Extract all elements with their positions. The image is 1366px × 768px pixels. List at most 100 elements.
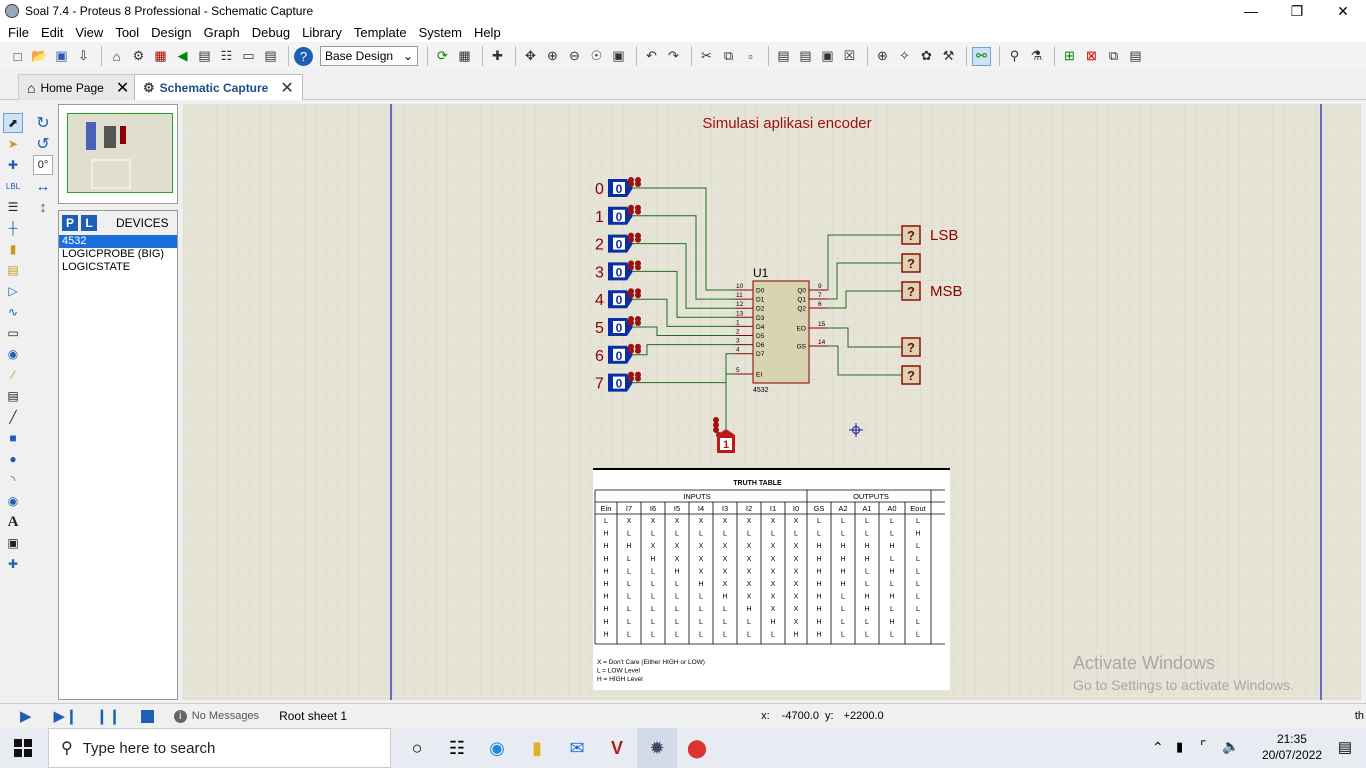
tab-home-page[interactable]: ⌂ Home Page ✕: [18, 74, 139, 100]
zoom-area-icon[interactable]: ▣: [609, 47, 628, 66]
library-manager-button[interactable]: L: [81, 215, 97, 231]
pick-device-icon[interactable]: ⊕: [873, 47, 892, 66]
redo-icon[interactable]: ↷: [664, 47, 683, 66]
arc-icon[interactable]: ◝: [3, 470, 23, 490]
tab-schematic-capture[interactable]: ⚙ Schematic Capture ✕: [134, 74, 303, 100]
block-rotate-icon[interactable]: ▣: [818, 47, 837, 66]
restore-button[interactable]: ❐: [1274, 0, 1320, 22]
property-assign-icon[interactable]: ⚗: [1027, 47, 1046, 66]
pause-button[interactable]: ❙❙: [96, 707, 121, 725]
windows-start-icon[interactable]: [14, 739, 32, 757]
import-icon[interactable]: ⇩: [74, 47, 93, 66]
logicprobe-output-5[interactable]: ?: [901, 365, 921, 385]
logicprobe-output-3[interactable]: ?: [901, 281, 921, 301]
text-script-icon[interactable]: ☰: [3, 197, 23, 217]
package-tool-icon[interactable]: ✿: [917, 47, 936, 66]
menu-library[interactable]: Library: [296, 25, 348, 40]
gerber-icon[interactable]: ▤: [195, 47, 214, 66]
device-item-logicstate[interactable]: LOGICSTATE: [59, 261, 177, 274]
minimize-button[interactable]: —: [1228, 0, 1274, 22]
winrar-icon[interactable]: V: [597, 728, 637, 768]
junction-dot-icon[interactable]: ✚: [3, 155, 23, 175]
zoom-in-icon[interactable]: ⊕: [543, 47, 562, 66]
virtual-instrument-icon[interactable]: ▤: [3, 386, 23, 406]
rotate-ccw-icon[interactable]: ↺: [33, 134, 53, 154]
cut-icon[interactable]: ✂: [697, 47, 716, 66]
menu-file[interactable]: File: [2, 25, 35, 40]
menu-tool[interactable]: Tool: [109, 25, 145, 40]
new-sheet-icon[interactable]: ⊞: [1060, 47, 1079, 66]
line-icon[interactable]: ╱: [3, 407, 23, 427]
taskbar-clock[interactable]: 21:35 20/07/2022: [1262, 731, 1322, 763]
mirror-horizontal-icon[interactable]: ↔: [33, 176, 53, 196]
task-view-icon[interactable]: ☷: [437, 728, 477, 768]
cortana-icon[interactable]: ○: [397, 728, 437, 768]
menu-view[interactable]: View: [69, 25, 109, 40]
3d-icon[interactable]: ◀: [173, 47, 192, 66]
file-explorer-icon[interactable]: ▮: [517, 728, 557, 768]
make-device-icon[interactable]: ✧: [895, 47, 914, 66]
bus-icon[interactable]: ┼: [3, 218, 23, 238]
edge-icon[interactable]: ◉: [477, 728, 517, 768]
grid-icon[interactable]: ▦: [455, 47, 474, 66]
exit-parent-icon[interactable]: ▤: [1126, 47, 1145, 66]
remove-sheet-icon[interactable]: ⊠: [1082, 47, 1101, 66]
zoom-all-icon[interactable]: ☉: [587, 47, 606, 66]
taskbar-search[interactable]: ⚲ Type here to search: [48, 728, 391, 768]
stop-button[interactable]: [140, 709, 154, 723]
close-tab-icon[interactable]: ✕: [116, 78, 129, 98]
new-file-icon[interactable]: □: [8, 47, 27, 66]
wire-autorouter-icon[interactable]: ⚯: [972, 46, 991, 66]
block-move-icon[interactable]: ▤: [796, 47, 815, 66]
design-select[interactable]: Base Design ⌄: [320, 46, 418, 66]
subcircuit-icon[interactable]: ▮: [3, 239, 23, 259]
terminal-icon[interactable]: ▤: [3, 260, 23, 280]
menu-template[interactable]: Template: [348, 25, 413, 40]
component-mode-icon[interactable]: ➤: [3, 134, 23, 154]
volume-icon[interactable]: 🔈: [1222, 738, 1239, 755]
proteus-taskbar-icon[interactable]: ✹: [637, 728, 677, 768]
wire-label-icon[interactable]: LBL: [3, 176, 23, 196]
play-button[interactable]: ▶: [20, 707, 32, 725]
symbol-icon[interactable]: ▣: [3, 533, 23, 553]
generator-icon[interactable]: ◉: [3, 344, 23, 364]
save-icon[interactable]: ▣: [52, 47, 71, 66]
mail-icon[interactable]: ✉: [557, 728, 597, 768]
device-pin-icon[interactable]: ▷: [3, 281, 23, 301]
menu-system[interactable]: System: [413, 25, 468, 40]
step-button[interactable]: ▶❙: [54, 707, 78, 725]
home-icon[interactable]: ⌂: [107, 47, 126, 66]
tape-recorder-icon[interactable]: ▭: [3, 323, 23, 343]
menu-help[interactable]: Help: [468, 25, 507, 40]
battery-icon[interactable]: ▮: [1176, 739, 1183, 755]
menu-debug[interactable]: Debug: [246, 25, 296, 40]
block-delete-icon[interactable]: ☒: [840, 47, 859, 66]
close-window-button[interactable]: ✕: [1320, 0, 1366, 22]
open-folder-icon[interactable]: 📂: [30, 47, 49, 66]
path-icon[interactable]: ◉: [3, 491, 23, 511]
menu-graph[interactable]: Graph: [198, 25, 246, 40]
mirror-vertical-icon[interactable]: ↕: [33, 197, 53, 217]
graph-icon[interactable]: ∿: [3, 302, 23, 322]
messages-status[interactable]: No Messages: [192, 710, 259, 722]
bom-icon[interactable]: ☷: [217, 47, 236, 66]
close-tab-icon[interactable]: ✕: [280, 78, 293, 98]
logicprobe-output-2[interactable]: ?: [901, 253, 921, 273]
wifi-icon[interactable]: ⌜: [1200, 738, 1207, 755]
refresh-icon[interactable]: ⟳: [433, 47, 452, 66]
zoom-out-icon[interactable]: ⊖: [565, 47, 584, 66]
rotation-value[interactable]: 0°: [33, 155, 53, 175]
logicprobe-output-4[interactable]: ?: [901, 337, 921, 357]
chrome-icon[interactable]: ⬤: [677, 728, 717, 768]
source-icon[interactable]: ▭: [239, 47, 258, 66]
text-icon[interactable]: A: [3, 512, 23, 532]
logicprobe-output-1[interactable]: ?: [901, 225, 921, 245]
pcb-icon[interactable]: ▦: [151, 47, 170, 66]
help-icon[interactable]: ?: [294, 46, 313, 66]
goto-sheet-icon[interactable]: ⧉: [1104, 47, 1123, 66]
marker-icon[interactable]: ✚: [3, 554, 23, 574]
schematic-icon[interactable]: ⚙: [129, 47, 148, 66]
device-item-4532[interactable]: 4532: [59, 235, 177, 248]
undo-icon[interactable]: ↶: [642, 47, 661, 66]
selection-mode-icon[interactable]: ⬈: [3, 113, 23, 133]
